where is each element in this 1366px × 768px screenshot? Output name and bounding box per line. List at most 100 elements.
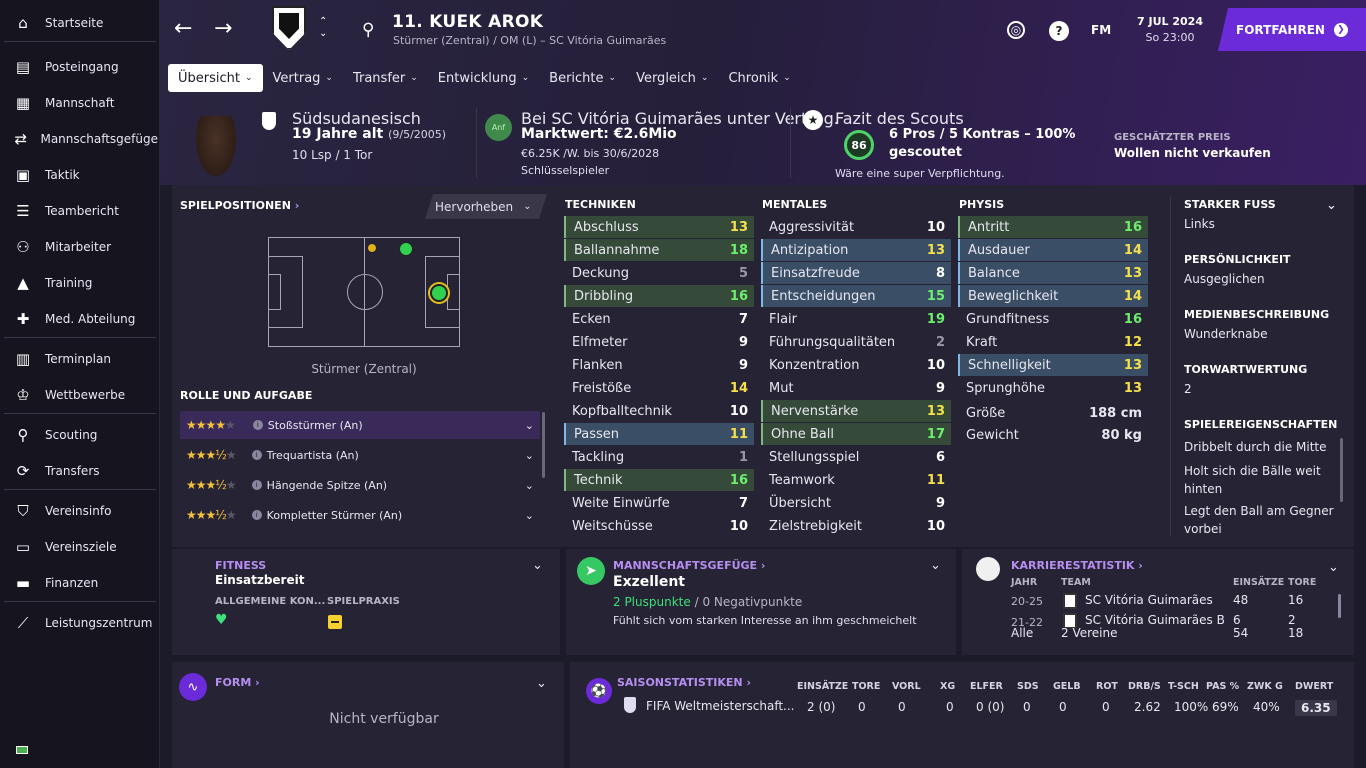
role-row[interactable]: ★★★½★ i Hängende Spitze (An) ⌄	[180, 471, 540, 499]
attribute-row[interactable]: Einsatzfreude 8	[761, 262, 951, 284]
sidebar-item-startseite[interactable]: ⌂ Startseite	[0, 8, 158, 38]
chevron-down-icon[interactable]: ⌄	[1326, 198, 1337, 213]
sidebar-item-finanzen[interactable]: ▬ Finanzen	[0, 568, 158, 598]
highlight-button[interactable]: Hervorheben ⌄	[425, 194, 547, 219]
player-switch-chevrons-icon[interactable]: ⌃ ⌄	[319, 16, 327, 40]
attribute-row[interactable]: Konzentration 10	[761, 354, 951, 376]
role-scrollbar[interactable]	[542, 412, 545, 478]
attribute-row[interactable]: Führungsqualitäten 2	[761, 331, 951, 353]
attribute-row[interactable]: Stellungsspiel 6	[761, 446, 951, 468]
attribute-row[interactable]: Antritt 16	[958, 216, 1148, 238]
season-header[interactable]: DRB/S	[1128, 681, 1161, 692]
tab-entwicklung[interactable]: Entwicklung ⌄	[428, 64, 539, 92]
attribute-row[interactable]: Grundfitness 16	[958, 308, 1148, 330]
season-header[interactable]: XG	[940, 681, 955, 692]
sidebar-item-mitarbeiter[interactable]: ⚇ Mitarbeiter	[0, 232, 158, 262]
attribute-row[interactable]: Deckung 5	[564, 262, 754, 284]
tab-transfer[interactable]: Transfer ⌄	[343, 64, 428, 92]
season-title[interactable]: SAISONSTATISTIKEN ›	[617, 676, 751, 689]
sidebar-item-mannschaft[interactable]: ▦ Mannschaft	[0, 88, 158, 118]
fitness-title[interactable]: FITNESS	[215, 559, 266, 572]
tab-vertrag[interactable]: Vertrag ⌄	[263, 64, 343, 92]
season-header[interactable]: ROT	[1096, 681, 1118, 692]
career-team[interactable]: SC Vitória Guimarães B	[1085, 613, 1225, 627]
fm-menu-button[interactable]: FM	[1091, 23, 1111, 37]
sidebar-item-transfers[interactable]: ⟳ Transfers	[0, 456, 158, 486]
sidebar-item-vereinsziele[interactable]: ▭ Vereinsziele	[0, 532, 158, 562]
attribute-row[interactable]: Abschluss 13	[564, 216, 754, 238]
season-header[interactable]: ZWK G	[1247, 681, 1283, 692]
tab-vergleich[interactable]: Vergleich ⌄	[626, 64, 718, 92]
chevron-down-icon[interactable]: ⌄	[532, 558, 543, 573]
attribute-row[interactable]: Balance 13	[958, 262, 1148, 284]
attribute-row[interactable]: Flanken 9	[564, 354, 754, 376]
role-row[interactable]: ★★★★★ i Stoßstürmer (An) ⌄	[180, 411, 540, 439]
attribute-row[interactable]: Freistöße 14	[564, 377, 754, 399]
season-header[interactable]: SDS	[1017, 681, 1039, 692]
attribute-row[interactable]: Ecken 7	[564, 308, 754, 330]
attribute-row[interactable]: Technik 16	[564, 469, 754, 491]
chevron-down-icon[interactable]: ⌄	[536, 676, 547, 691]
role-row[interactable]: ★★★½★ i Trequartista (An) ⌄	[180, 441, 540, 469]
season-header[interactable]: VORL	[892, 681, 921, 692]
attribute-row[interactable]: Sprunghöhe 13	[958, 377, 1148, 399]
attribute-row[interactable]: Nervenstärke 13	[761, 400, 951, 422]
attribute-row[interactable]: Kopfballtechnik 10	[564, 400, 754, 422]
career-team[interactable]: SC Vitória Guimarães	[1085, 593, 1213, 607]
career-scrollbar[interactable]	[1338, 594, 1341, 618]
season-header[interactable]: EINSÄTZE	[797, 681, 848, 692]
attribute-row[interactable]: Ohne Ball 17	[761, 423, 951, 445]
season-header[interactable]: DWERT	[1295, 681, 1333, 692]
tab-berichte[interactable]: Berichte ⌄	[539, 64, 626, 92]
help-icon[interactable]: ?	[1049, 21, 1069, 41]
sidebar-item-med-abteilung[interactable]: ✚ Med. Abteilung	[0, 304, 158, 334]
attribute-row[interactable]: Teamwork 11	[761, 469, 951, 491]
attribute-row[interactable]: Entscheidungen 15	[761, 285, 951, 307]
attribute-row[interactable]: Zielstrebigkeit 10	[761, 515, 951, 537]
sidebar-item-wettbewerbe[interactable]: ♔ Wettbewerbe	[0, 380, 158, 410]
sidebar-item-vereinsinfo[interactable]: ⛉ Vereinsinfo	[0, 496, 158, 526]
attribute-row[interactable]: Ausdauer 14	[958, 239, 1148, 261]
forward-arrow-icon[interactable]: →	[214, 16, 232, 41]
attribute-row[interactable]: Tackling 1	[564, 446, 754, 468]
season-header[interactable]: TORE	[852, 681, 880, 692]
attribute-row[interactable]: Antizipation 13	[761, 239, 951, 261]
positions-title[interactable]: SPIELPOSITIONEN ›	[180, 199, 299, 212]
attribute-row[interactable]: Mut 9	[761, 377, 951, 399]
attribute-row[interactable]: Aggressivität 10	[761, 216, 951, 238]
attribute-row[interactable]: Dribbling 16	[564, 285, 754, 307]
attribute-row[interactable]: Kraft 12	[958, 331, 1148, 353]
chevron-down-icon[interactable]: ⌄	[930, 558, 941, 573]
tab-chronik[interactable]: Chronik ⌄	[718, 64, 800, 92]
attribute-row[interactable]: Übersicht 9	[761, 492, 951, 514]
attribute-row[interactable]: Elfmeter 9	[564, 331, 754, 353]
sidebar-item-scouting[interactable]: ⚲ Scouting	[0, 420, 158, 450]
season-header[interactable]: PAS %	[1206, 681, 1239, 692]
attribute-row[interactable]: Schnelligkeit 13	[958, 354, 1148, 376]
season-header[interactable]: T-SCH	[1168, 681, 1199, 692]
attribute-row[interactable]: Weitschüsse 10	[564, 515, 754, 537]
globe-icon[interactable]: ◎	[1007, 21, 1025, 39]
traits-scrollbar[interactable]	[1340, 438, 1343, 502]
continue-button[interactable]: FORTFAHREN ❯	[1218, 8, 1366, 51]
back-arrow-icon[interactable]: ←	[174, 16, 192, 41]
chevron-down-icon[interactable]: ⌄	[1328, 560, 1339, 575]
season-header[interactable]: ELFER	[970, 681, 1003, 692]
role-row[interactable]: ★★★½★ i Kompletter Stürmer (An) ⌄	[180, 501, 540, 529]
sidebar-item-teambericht[interactable]: ☰ Teambericht	[0, 196, 158, 226]
tab-uebersicht[interactable]: Übersicht ⌄	[168, 64, 263, 92]
season-header[interactable]: GELB	[1053, 681, 1081, 692]
attribute-row[interactable]: Beweglichkeit 14	[958, 285, 1148, 307]
sidebar-item-training[interactable]: ▲ Training	[0, 268, 158, 298]
sidebar-item-leistungszentrum[interactable]: ⟋ Leistungszentrum	[0, 608, 158, 638]
search-icon[interactable]: ⚲	[362, 20, 374, 40]
sidebar-item-terminplan[interactable]: ▥ Terminplan	[0, 344, 158, 374]
morale-title[interactable]: MANNSCHAFTSGEFÜGE ›	[613, 559, 765, 572]
attribute-row[interactable]: Passen 11	[564, 423, 754, 445]
attribute-row[interactable]: Ballannahme 18	[564, 239, 754, 261]
sidebar-item-posteingang[interactable]: ▤ Posteingang	[0, 52, 158, 82]
career-title[interactable]: KARRIERESTATISTIK ›	[1011, 559, 1143, 572]
attribute-row[interactable]: Flair 19	[761, 308, 951, 330]
sidebar-item-taktik[interactable]: ▣ Taktik	[0, 160, 158, 190]
attribute-row[interactable]: Weite Einwürfe 7	[564, 492, 754, 514]
